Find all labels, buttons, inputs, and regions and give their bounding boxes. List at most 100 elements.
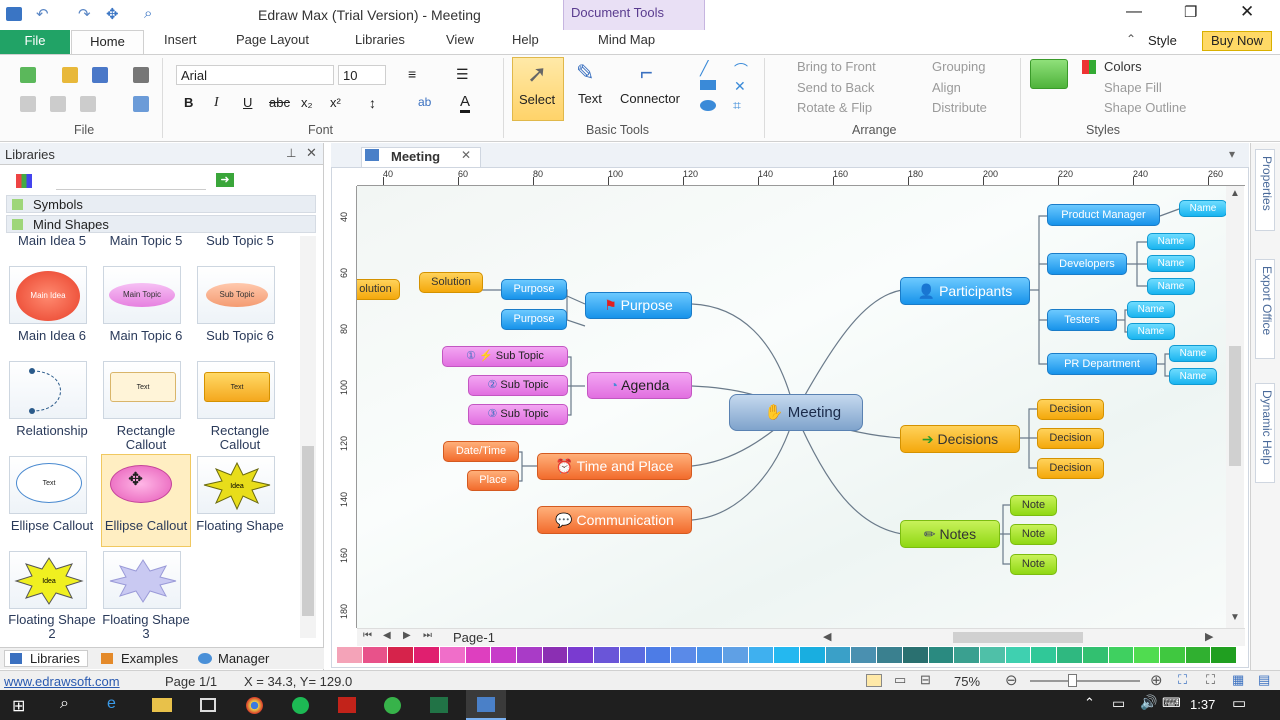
lib-item-main-topic-6[interactable]: Main Topic <box>103 266 181 324</box>
examples-tab-label[interactable]: Examples <box>121 651 178 666</box>
lib-item-rectangle-callout[interactable]: Text <box>103 361 181 419</box>
collapse-icon[interactable]: ⌃ <box>1126 32 1136 46</box>
palette-swatch[interactable] <box>362 647 389 663</box>
crop-icon[interactable]: ⌗ <box>733 97 741 114</box>
next-page-icon[interactable]: ▶ <box>403 630 411 641</box>
library-grid-icon[interactable] <box>16 174 32 188</box>
rectangle-icon[interactable] <box>700 80 716 90</box>
colors-button[interactable]: Colors <box>1104 59 1142 74</box>
underline-icon[interactable]: U <box>243 95 252 110</box>
notifications-icon[interactable]: ▭ <box>1232 694 1246 712</box>
lib-item-floating-shape-3[interactable] <box>103 551 181 609</box>
zoom-slider-thumb[interactable] <box>1068 674 1077 687</box>
layout-icon[interactable]: ▤ <box>1258 672 1270 688</box>
connector-label[interactable]: Connector <box>620 91 680 106</box>
communication-topic[interactable]: 💬 Communication <box>537 506 692 534</box>
distribute-button[interactable]: Distribute <box>932 100 987 115</box>
undo-icon[interactable]: ↶ <box>36 5 49 23</box>
style-menu[interactable]: Style <box>1148 33 1177 48</box>
rotate-flip-button[interactable]: Rotate & Flip <box>797 100 872 115</box>
role-testers[interactable]: Testers <box>1047 309 1117 331</box>
role-developers[interactable]: Developers <box>1047 253 1127 275</box>
text-highlight-icon[interactable]: ab <box>418 95 431 109</box>
share-icon[interactable]: ✥ <box>106 5 119 23</box>
palette-swatch[interactable] <box>902 647 929 663</box>
pin-icon[interactable]: ⊥ <box>286 146 296 160</box>
superscript-icon[interactable]: x² <box>330 95 341 110</box>
name-node[interactable]: Name <box>1179 200 1226 217</box>
keyboard-icon[interactable]: ⌨ <box>1162 695 1181 711</box>
decision-node[interactable]: Decision <box>1037 458 1104 479</box>
palette-swatch[interactable] <box>594 647 620 663</box>
library-scrollbar[interactable] <box>300 236 316 638</box>
tab-file[interactable]: File <box>0 30 70 54</box>
palette-swatch[interactable] <box>568 647 595 663</box>
chrome-icon[interactable] <box>246 697 263 714</box>
font-size-select[interactable]: 10 <box>338 65 386 85</box>
lib-item-floating-shape-2[interactable]: Idea <box>9 551 87 609</box>
lib-item-relationship[interactable] <box>9 361 87 419</box>
fit-icon[interactable]: ⊟ <box>920 672 931 688</box>
cross-icon[interactable]: ✕ <box>734 78 746 95</box>
role-pr-department[interactable]: PR Department <box>1047 353 1157 375</box>
excel-icon[interactable] <box>430 697 448 713</box>
palette-swatch[interactable] <box>439 647 466 663</box>
format-painter-icon[interactable] <box>133 96 149 112</box>
search-icon[interactable]: ⌕ <box>60 695 69 713</box>
ellipse-icon[interactable] <box>700 100 716 111</box>
palette-swatch[interactable] <box>414 647 440 663</box>
full-screen-icon[interactable]: ⛶ <box>1206 672 1215 688</box>
acrobat-icon[interactable] <box>338 697 356 713</box>
shape-outline-button[interactable]: Shape Outline <box>1104 100 1186 115</box>
palette-swatch[interactable] <box>465 647 492 663</box>
tab-help[interactable]: Help <box>512 32 539 47</box>
agenda-topic[interactable]: ◔ Agenda <box>587 372 692 399</box>
palette-swatch[interactable] <box>619 647 646 663</box>
app-green-icon[interactable] <box>384 697 401 714</box>
website-link[interactable]: www.edrawsoft.com <box>4 674 120 689</box>
tray-chevron-icon[interactable]: ⌃ <box>1084 695 1095 711</box>
palette-swatch[interactable] <box>722 647 749 663</box>
open-icon[interactable] <box>62 67 78 83</box>
bring-to-front-button[interactable]: Bring to Front <box>797 59 876 74</box>
scrollbar-thumb[interactable] <box>1229 346 1241 466</box>
lib-item-floating-shape[interactable]: Idea <box>197 456 275 514</box>
first-page-icon[interactable]: ⏮ <box>363 630 372 641</box>
lib-item-rectangle-callout-2[interactable]: Text <box>197 361 275 419</box>
strikethrough-icon[interactable]: abc <box>269 95 290 110</box>
palette-swatch[interactable] <box>1160 647 1186 663</box>
palette-swatch[interactable] <box>748 647 775 663</box>
library-search-input[interactable] <box>56 172 206 190</box>
palette-swatch[interactable] <box>697 647 723 663</box>
color-palette[interactable] <box>337 647 1238 663</box>
solution-topic[interactable]: Solution <box>419 272 483 293</box>
palette-swatch[interactable] <box>491 647 518 663</box>
name-node[interactable]: Name <box>1147 255 1195 272</box>
participants-topic[interactable]: 👤 Participants <box>900 277 1030 305</box>
time-place-topic[interactable]: ⏰ Time and Place <box>537 453 692 480</box>
palette-swatch[interactable] <box>877 647 903 663</box>
grid-icon[interactable]: ▦ <box>1232 672 1244 688</box>
paste-icon[interactable] <box>80 96 96 112</box>
zoom-out-icon[interactable]: ⊖ <box>1005 671 1018 689</box>
palette-swatch[interactable] <box>1031 647 1058 663</box>
palette-swatch[interactable] <box>954 647 980 663</box>
select-button[interactable]: ➚ Select <box>512 57 564 121</box>
lib-item-ellipse-callout[interactable]: Text <box>9 456 87 514</box>
grouping-button[interactable]: Grouping <box>932 59 985 74</box>
palette-swatch[interactable] <box>1005 647 1032 663</box>
palette-swatch[interactable] <box>825 647 852 663</box>
font-name-select[interactable]: Arial <box>176 65 334 85</box>
palette-swatch[interactable] <box>671 647 698 663</box>
print-icon[interactable] <box>133 67 149 83</box>
arc-icon[interactable]: ⌒ <box>734 60 748 80</box>
scroll-left-icon[interactable]: ◀ <box>823 630 831 643</box>
zoom-slider[interactable] <box>1030 680 1140 682</box>
scroll-up-icon[interactable]: ▲ <box>1230 188 1240 199</box>
palette-swatch[interactable] <box>774 647 800 663</box>
agenda-subtopic-1[interactable]: ① ⚡ Sub Topic <box>442 346 568 367</box>
bold-icon[interactable]: B <box>184 95 193 110</box>
lib-item-ellipse-callout-selected[interactable]: ✥ <box>101 454 191 547</box>
agenda-subtopic-3[interactable]: ③ Sub Topic <box>468 404 568 425</box>
palette-swatch[interactable] <box>851 647 878 663</box>
